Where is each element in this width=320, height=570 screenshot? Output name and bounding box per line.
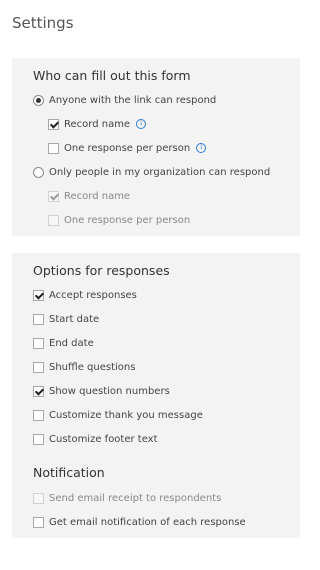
checkbox-checked-icon — [48, 190, 59, 202]
radio-selected-icon — [33, 94, 44, 106]
shuffle-questions-checkbox[interactable]: Shuffle questions — [33, 359, 135, 375]
page-title: Settings — [12, 14, 74, 32]
get-notification-label: Get email notification of each response — [49, 516, 246, 528]
info-icon[interactable]: i — [196, 143, 207, 153]
anyone-record-name-checkbox[interactable]: Record name i — [48, 116, 147, 132]
options-panel: Options for responses Accept responses S… — [12, 253, 300, 538]
anyone-record-name-label: Record name — [64, 118, 131, 130]
anyone-one-response-checkbox[interactable]: One response per person i — [48, 140, 207, 156]
customize-footer-checkbox[interactable]: Customize footer text — [33, 431, 158, 447]
accept-responses-label: Accept responses — [49, 289, 137, 301]
show-question-numbers-checkbox[interactable]: Show question numbers — [33, 383, 170, 399]
checkbox-unchecked-icon — [33, 516, 44, 528]
checkbox-unchecked-icon — [33, 361, 44, 373]
send-receipt-label: Send email receipt to respondents — [49, 492, 222, 504]
accept-responses-checkbox[interactable]: Accept responses — [33, 287, 137, 303]
org-one-response-label: One response per person — [64, 214, 191, 226]
checkbox-checked-icon — [48, 118, 59, 130]
anyone-with-link-label: Anyone with the link can respond — [49, 94, 217, 106]
checkbox-unchecked-icon — [48, 142, 59, 154]
who-can-fill-title: Who can fill out this form — [33, 68, 191, 83]
customize-thank-you-label: Customize thank you message — [49, 409, 203, 421]
start-date-checkbox[interactable]: Start date — [33, 311, 99, 327]
org-one-response-checkbox: One response per person — [48, 212, 190, 228]
end-date-checkbox[interactable]: End date — [33, 335, 94, 351]
checkbox-checked-icon — [33, 385, 44, 397]
org-record-name-label: Record name — [64, 190, 131, 202]
customize-footer-label: Customize footer text — [49, 433, 158, 445]
org-record-name-checkbox: Record name — [48, 188, 130, 204]
checkbox-unchecked-icon — [33, 492, 44, 504]
get-notification-checkbox[interactable]: Get email notification of each response — [33, 514, 246, 530]
checkbox-unchecked-icon — [33, 313, 44, 325]
send-receipt-checkbox: Send email receipt to respondents — [33, 490, 221, 506]
checkbox-unchecked-icon — [48, 214, 59, 226]
org-only-label: Only people in my organization can respo… — [49, 166, 271, 178]
customize-thank-you-checkbox[interactable]: Customize thank you message — [33, 407, 203, 423]
notification-title: Notification — [33, 465, 105, 480]
anyone-with-link-radio[interactable]: Anyone with the link can respond — [33, 92, 216, 108]
end-date-label: End date — [49, 337, 94, 349]
who-can-fill-panel: Who can fill out this form Anyone with t… — [12, 58, 300, 236]
checkbox-unchecked-icon — [33, 409, 44, 421]
checkbox-unchecked-icon — [33, 433, 44, 445]
show-question-numbers-label: Show question numbers — [49, 385, 170, 397]
anyone-one-response-label: One response per person — [64, 142, 191, 154]
radio-unselected-icon — [33, 166, 44, 178]
info-icon[interactable]: i — [136, 119, 147, 129]
checkbox-checked-icon — [33, 289, 44, 301]
org-only-radio[interactable]: Only people in my organization can respo… — [33, 164, 270, 180]
shuffle-questions-label: Shuffle questions — [49, 361, 136, 373]
options-title: Options for responses — [33, 263, 170, 278]
checkbox-unchecked-icon — [33, 337, 44, 349]
start-date-label: Start date — [49, 313, 100, 325]
